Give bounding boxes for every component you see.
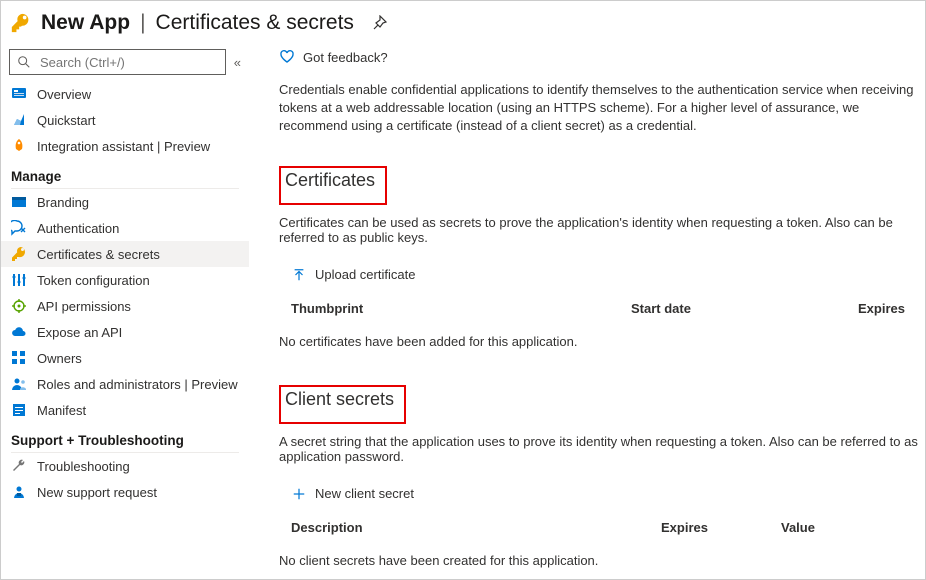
page-title: Certificates & secrets bbox=[156, 11, 354, 35]
upload-certificate-button[interactable]: Upload certificate bbox=[291, 265, 415, 285]
quickstart-icon bbox=[11, 112, 27, 128]
sidebar-item-api-permissions[interactable]: API permissions bbox=[1, 293, 249, 319]
sidebar-item-label: New support request bbox=[37, 485, 157, 500]
expose-api-icon bbox=[11, 324, 27, 340]
col-thumbprint: Thumbprint bbox=[291, 301, 631, 316]
overview-icon bbox=[11, 86, 27, 102]
key-icon bbox=[11, 246, 27, 262]
sidebar-item-label: Manifest bbox=[37, 403, 86, 418]
secrets-empty-message: No client secrets have been created for … bbox=[279, 553, 925, 568]
wrench-icon bbox=[11, 458, 27, 474]
search-input-container[interactable] bbox=[9, 49, 226, 75]
client-secrets-heading: Client secrets bbox=[285, 389, 394, 410]
certificates-table-header: Thumbprint Start date Expires bbox=[279, 293, 925, 324]
sidebar-item-overview[interactable]: Overview bbox=[1, 81, 249, 107]
sidebar-item-label: Authentication bbox=[37, 221, 119, 236]
client-secrets-description: A secret string that the application use… bbox=[279, 434, 925, 464]
sidebar-item-branding[interactable]: Branding bbox=[1, 189, 249, 215]
sidebar: « Overview Quickstart Integration assist… bbox=[1, 45, 249, 575]
new-client-secret-label: New client secret bbox=[315, 486, 414, 501]
rocket-icon bbox=[11, 138, 27, 154]
auth-icon bbox=[11, 220, 27, 236]
col-expires: Expires bbox=[661, 520, 781, 535]
key-icon bbox=[9, 11, 33, 35]
certificates-description: Certificates can be used as secrets to p… bbox=[279, 215, 925, 245]
sidebar-item-owners[interactable]: Owners bbox=[1, 345, 249, 371]
sidebar-item-label: Certificates & secrets bbox=[37, 247, 160, 262]
sidebar-item-troubleshooting[interactable]: Troubleshooting bbox=[1, 453, 249, 479]
page-header: New App | Certificates & secrets bbox=[1, 1, 925, 45]
sidebar-item-authentication[interactable]: Authentication bbox=[1, 215, 249, 241]
sidebar-item-token-configuration[interactable]: Token configuration bbox=[1, 267, 249, 293]
certificates-heading: Certificates bbox=[285, 170, 375, 191]
sidebar-item-label: Integration assistant | Preview bbox=[37, 139, 210, 154]
sidebar-item-label: Expose an API bbox=[37, 325, 122, 340]
sidebar-section-manage: Manage bbox=[1, 159, 249, 188]
sidebar-item-label: Overview bbox=[37, 87, 91, 102]
upload-certificate-label: Upload certificate bbox=[315, 267, 415, 282]
feedback-label: Got feedback? bbox=[303, 50, 388, 65]
pin-icon[interactable] bbox=[370, 14, 388, 32]
secrets-table-header: Description Expires Value bbox=[279, 512, 925, 543]
manifest-icon bbox=[11, 402, 27, 418]
sidebar-item-label: Roles and administrators | Preview bbox=[37, 377, 238, 392]
certificates-empty-message: No certificates have been added for this… bbox=[279, 334, 925, 349]
sidebar-item-label: API permissions bbox=[37, 299, 131, 314]
support-icon bbox=[11, 484, 27, 500]
sidebar-item-integration-assistant[interactable]: Integration assistant | Preview bbox=[1, 133, 249, 159]
collapse-sidebar-button[interactable]: « bbox=[234, 55, 241, 70]
sidebar-item-expose-api[interactable]: Expose an API bbox=[1, 319, 249, 345]
sidebar-item-roles-administrators[interactable]: Roles and administrators | Preview bbox=[1, 371, 249, 397]
sidebar-item-new-support-request[interactable]: New support request bbox=[1, 479, 249, 505]
highlight-client-secrets: Client secrets bbox=[279, 385, 406, 424]
col-start-date: Start date bbox=[631, 301, 771, 316]
branding-icon bbox=[11, 194, 27, 210]
new-client-secret-button[interactable]: New client secret bbox=[291, 484, 414, 504]
upload-icon bbox=[291, 267, 307, 283]
main-content: Got feedback? Credentials enable confide… bbox=[249, 45, 925, 575]
page-description: Credentials enable confidential applicat… bbox=[279, 81, 925, 136]
sidebar-section-support: Support + Troubleshooting bbox=[1, 423, 249, 452]
app-name: New App bbox=[41, 11, 130, 35]
heart-icon bbox=[279, 49, 295, 65]
sidebar-item-certificates-secrets[interactable]: Certificates & secrets bbox=[1, 241, 249, 267]
feedback-link[interactable]: Got feedback? bbox=[279, 49, 925, 65]
api-permissions-icon bbox=[11, 298, 27, 314]
sidebar-item-label: Token configuration bbox=[37, 273, 150, 288]
sidebar-item-manifest[interactable]: Manifest bbox=[1, 397, 249, 423]
sidebar-item-label: Branding bbox=[37, 195, 89, 210]
col-expires: Expires bbox=[771, 301, 913, 316]
plus-icon bbox=[291, 486, 307, 502]
search-input[interactable] bbox=[38, 54, 219, 71]
search-icon bbox=[16, 54, 32, 70]
highlight-certificates: Certificates bbox=[279, 166, 387, 205]
sidebar-item-quickstart[interactable]: Quickstart bbox=[1, 107, 249, 133]
sidebar-item-label: Owners bbox=[37, 351, 82, 366]
sidebar-item-label: Quickstart bbox=[37, 113, 96, 128]
owners-icon bbox=[11, 350, 27, 366]
col-description: Description bbox=[291, 520, 661, 535]
title-separator: | bbox=[140, 11, 145, 35]
sidebar-item-label: Troubleshooting bbox=[37, 459, 130, 474]
token-icon bbox=[11, 272, 27, 288]
col-value: Value bbox=[781, 520, 913, 535]
roles-icon bbox=[11, 376, 27, 392]
